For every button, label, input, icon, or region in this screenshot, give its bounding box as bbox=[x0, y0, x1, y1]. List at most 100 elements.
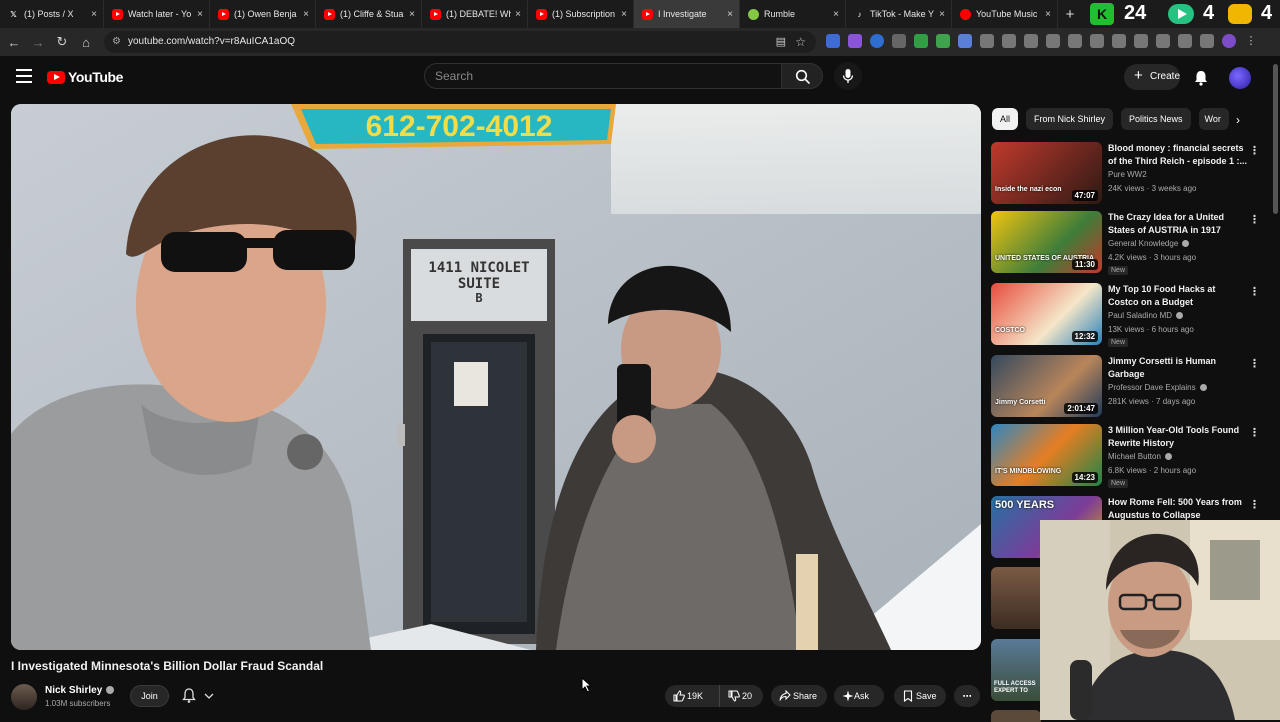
subscription-notifications-button[interactable] bbox=[178, 685, 222, 707]
chip-from-channel[interactable]: From Nick Shirley bbox=[1026, 108, 1114, 130]
close-tab-icon[interactable]: × bbox=[197, 9, 203, 20]
home-icon[interactable]: ⌂ bbox=[74, 35, 98, 50]
close-tab-icon[interactable]: × bbox=[91, 9, 97, 20]
recommendation-thumbnail[interactable]: IT'S MINDBLOWING 14:23 bbox=[991, 424, 1102, 486]
channel-avatar[interactable] bbox=[11, 684, 37, 710]
chip-politics-news[interactable]: Politics News bbox=[1121, 108, 1191, 130]
more-options-icon[interactable]: ⋮ bbox=[1249, 426, 1260, 439]
reload-icon[interactable]: ↻ bbox=[50, 34, 74, 50]
recommendation-title[interactable]: The Crazy Idea for a United States of AU… bbox=[1108, 211, 1248, 237]
extension-icon[interactable] bbox=[1112, 34, 1126, 48]
ask-button[interactable]: Ask bbox=[834, 685, 884, 707]
recommendation-thumbnail[interactable]: Inside the nazi econ 47:07 bbox=[991, 142, 1102, 204]
browser-tab[interactable]: 𝕏 (1) Posts / X × bbox=[0, 0, 104, 28]
more-options-icon[interactable]: ⋮ bbox=[1249, 144, 1260, 157]
browser-tab[interactable]: ♪ TikTok - Make Y × bbox=[846, 0, 952, 28]
browser-tab[interactable]: I Investigate × bbox=[634, 0, 740, 28]
recommendation-channel-name[interactable]: General Knowledge bbox=[1108, 239, 1178, 248]
save-button[interactable]: Save bbox=[894, 685, 946, 707]
notifications-bell-icon[interactable] bbox=[1194, 70, 1208, 86]
sidebar-scrollbar[interactable] bbox=[1273, 64, 1278, 214]
close-tab-icon[interactable]: × bbox=[939, 9, 945, 20]
voice-search-button[interactable] bbox=[834, 62, 862, 90]
recommendation-channel[interactable]: Michael Button bbox=[1108, 452, 1172, 461]
recommendation-channel[interactable]: Paul Saladino MD bbox=[1108, 311, 1184, 320]
share-button[interactable]: Share bbox=[771, 685, 827, 707]
recommendation-card[interactable]: Jimmy Corsetti 2:01:47 Jimmy Corsetti is H… bbox=[991, 355, 1273, 419]
address-bar[interactable]: ⚙ youtube.com/watch?v=r8AuICA1aOQ ▤ ☆ bbox=[104, 31, 816, 53]
close-tab-icon[interactable]: × bbox=[303, 9, 309, 20]
recommendation-title[interactable]: My Top 10 Food Hacks at Costco on a Budg… bbox=[1108, 283, 1248, 309]
extension-icon[interactable] bbox=[1090, 34, 1104, 48]
back-icon[interactable]: ← bbox=[2, 35, 26, 50]
extension-icon[interactable] bbox=[1178, 34, 1192, 48]
more-options-icon[interactable]: ⋮ bbox=[1249, 357, 1260, 370]
profile-icon[interactable] bbox=[1222, 34, 1236, 48]
extension-icon[interactable] bbox=[980, 34, 994, 48]
chip-more[interactable]: Wor bbox=[1198, 108, 1229, 130]
search-button[interactable] bbox=[781, 63, 823, 89]
recommendation-thumbnail[interactable]: UNITED STATES OF AUSTRIA 11:30 bbox=[991, 211, 1102, 273]
like-button[interactable]: 19K bbox=[665, 685, 719, 707]
youtube-logo[interactable]: YouTube bbox=[47, 69, 123, 85]
close-tab-icon[interactable]: × bbox=[727, 9, 733, 20]
recommendation-channel-name[interactable]: Professor Dave Explains bbox=[1108, 383, 1196, 392]
recommendation-thumbnail[interactable] bbox=[991, 567, 1041, 629]
close-tab-icon[interactable]: × bbox=[621, 9, 627, 20]
recommendation-channel-name[interactable]: Pure WW2 bbox=[1108, 170, 1147, 179]
site-info-icon[interactable]: ⚙ bbox=[112, 31, 121, 53]
browser-menu-icon[interactable]: ⋮ bbox=[1244, 34, 1258, 48]
recommendation-card[interactable]: COSTCO 12:32 My Top 10 Food Hacks at Costc… bbox=[991, 283, 1273, 347]
recommendation-channel[interactable]: Pure WW2 bbox=[1108, 170, 1147, 179]
more-options-icon[interactable]: ⋮ bbox=[1249, 498, 1260, 511]
recommendation-card[interactable]: UNITED STATES OF AUSTRIA 11:30 The Crazy I… bbox=[991, 211, 1273, 275]
extension-icon[interactable] bbox=[914, 34, 928, 48]
channel-name-text[interactable]: Nick Shirley bbox=[45, 685, 102, 696]
extension-icon[interactable] bbox=[870, 34, 884, 48]
recommendation-card[interactable]: IT'S MINDBLOWING 14:23 3 Million Year-Old … bbox=[991, 424, 1273, 488]
more-options-icon[interactable]: ⋮ bbox=[1249, 285, 1260, 298]
new-tab-icon[interactable]: + bbox=[1058, 6, 1082, 23]
extension-icon[interactable] bbox=[936, 34, 950, 48]
extension-icon[interactable] bbox=[1156, 34, 1170, 48]
extension-face-icon[interactable] bbox=[1228, 4, 1252, 24]
close-tab-icon[interactable]: × bbox=[1045, 9, 1051, 20]
play-extension-icon[interactable] bbox=[1168, 4, 1194, 24]
browser-tab[interactable]: (1) Cliffe & Stua × bbox=[316, 0, 422, 28]
recommendation-title[interactable]: Blood money : financial secrets of the T… bbox=[1108, 142, 1248, 168]
close-tab-icon[interactable]: × bbox=[515, 9, 521, 20]
forward-icon[interactable]: → bbox=[26, 35, 50, 50]
recommendation-channel-name[interactable]: Michael Button bbox=[1108, 452, 1161, 461]
recommendation-channel[interactable]: General Knowledge bbox=[1108, 239, 1190, 248]
recommendation-title[interactable]: Jimmy Corsetti is Human Garbage bbox=[1108, 355, 1248, 381]
browser-tab[interactable]: (1) Owen Benja × bbox=[210, 0, 316, 28]
recommendation-channel-name[interactable]: Paul Saladino MD bbox=[1108, 311, 1172, 320]
close-tab-icon[interactable]: × bbox=[833, 9, 839, 20]
chevron-right-icon[interactable]: › bbox=[1236, 113, 1240, 127]
more-options-icon[interactable]: ⋮ bbox=[1249, 213, 1260, 226]
recommendation-thumbnail[interactable] bbox=[991, 710, 1041, 722]
browser-tab[interactable]: Rumble × bbox=[740, 0, 846, 28]
extension-icon[interactable] bbox=[1200, 34, 1214, 48]
channel-name[interactable]: Nick Shirley bbox=[45, 685, 115, 696]
chip-all[interactable]: All bbox=[992, 108, 1019, 130]
extension-icon[interactable] bbox=[958, 34, 972, 48]
extension-icon[interactable] bbox=[848, 34, 862, 48]
browser-tab[interactable]: Watch later - Yo × bbox=[104, 0, 210, 28]
extension-icon[interactable] bbox=[1134, 34, 1148, 48]
menu-icon[interactable] bbox=[16, 69, 32, 87]
kick-extension-icon[interactable]: K bbox=[1090, 3, 1114, 25]
extension-icon[interactable] bbox=[892, 34, 906, 48]
account-avatar[interactable] bbox=[1229, 67, 1251, 89]
recommendation-thumbnail[interactable]: FULL ACCESS EXPERT TO bbox=[991, 639, 1041, 701]
extension-icon[interactable] bbox=[826, 34, 840, 48]
browser-tab[interactable]: (1) DEBATE! Wh × bbox=[422, 0, 528, 28]
extension-icon[interactable] bbox=[1068, 34, 1082, 48]
recommendation-channel[interactable]: Professor Dave Explains bbox=[1108, 383, 1207, 392]
recommendation-title[interactable]: 3 Million Year-Old Tools Found Rewrite H… bbox=[1108, 424, 1248, 450]
dislike-button[interactable]: 20 bbox=[719, 685, 763, 707]
create-button[interactable]: Create bbox=[1124, 63, 1180, 90]
bookmark-star-icon[interactable]: ☆ bbox=[795, 31, 806, 53]
recommendation-card[interactable]: Inside the nazi econ 47:07 Blood money : f… bbox=[991, 142, 1273, 206]
browser-tab[interactable]: YouTube Music × bbox=[952, 0, 1058, 28]
